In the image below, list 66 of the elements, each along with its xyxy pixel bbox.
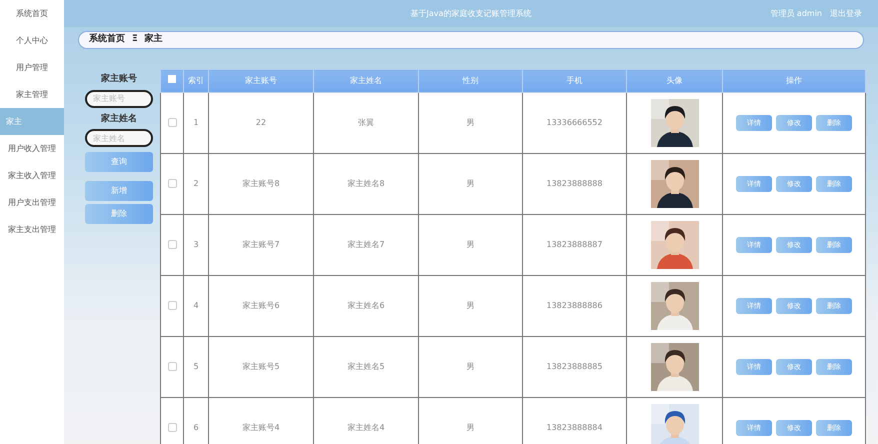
column-header: 性别 — [418, 70, 522, 92]
table-cell: 张翼 — [314, 92, 418, 154]
row-checkbox[interactable] — [168, 240, 176, 250]
table-cell: 13823888886 — [522, 276, 626, 336]
column-header: 索引 — [184, 70, 208, 92]
field-label: 家主姓名 — [101, 112, 137, 126]
table-cell: 13823888887 — [522, 214, 626, 276]
breadcrumb-item: 家主 — [144, 33, 163, 46]
select-all-checkbox[interactable] — [168, 75, 176, 83]
table-cell: 22 — [208, 92, 314, 154]
table-cell: 男 — [418, 276, 522, 336]
table-cell: 男 — [418, 214, 522, 276]
column-header: 家主账号 — [208, 70, 314, 92]
row-checkbox[interactable] — [168, 179, 176, 188]
add-button[interactable]: 新增 — [85, 181, 153, 201]
breadcrumb-separator: Ξ — [132, 33, 138, 46]
column-header: 操作 — [722, 70, 866, 92]
table-cell: 家主姓名6 — [314, 276, 418, 336]
table-cell: 家主姓名5 — [314, 336, 418, 398]
table-cell: 家主姓名8 — [314, 154, 418, 214]
search-button[interactable]: 查询 — [85, 152, 153, 172]
table-cell: 2 — [184, 154, 208, 214]
column-header: 手机 — [522, 70, 626, 92]
table-cell: 男 — [418, 398, 522, 444]
table-cell: 4 — [184, 276, 208, 336]
column-header: 家主姓名 — [314, 70, 418, 92]
table-cell: 13823888885 — [522, 336, 626, 398]
sidebar-item[interactable]: 系统首页 — [0, 0, 64, 27]
logout-link[interactable]: 退出登录 — [830, 8, 862, 20]
table-cell: 男 — [418, 92, 522, 154]
table-cell: 家主账号7 — [208, 214, 314, 276]
sidebar-item[interactable]: 家主支出管理 — [0, 216, 64, 243]
sidebar-item[interactable]: 家主 — [0, 108, 64, 135]
table-cell: 家主账号6 — [208, 276, 314, 336]
table-cell: 3 — [184, 214, 208, 276]
table-cell: 家主姓名7 — [314, 214, 418, 276]
table-cell: 1 — [184, 92, 208, 154]
delete-button[interactable]: 删除 — [85, 204, 153, 224]
app-title: 基于Java的家庭收支记账管理系统 — [410, 8, 532, 20]
table-cell: 13336666552 — [522, 92, 626, 154]
sidebar-item[interactable]: 用户管理 — [0, 54, 64, 81]
table-cell: 家主账号5 — [208, 336, 314, 398]
table-cell: 6 — [184, 398, 208, 444]
table-cell: 13823888884 — [522, 398, 626, 444]
input-field[interactable]: 家主姓名 — [85, 129, 153, 147]
breadcrumb-item[interactable]: 系统首页 — [89, 33, 125, 47]
table-cell: 家主账号4 — [208, 398, 314, 444]
row-checkbox[interactable] — [168, 362, 176, 372]
sidebar-item[interactable]: 家主收入管理 — [0, 162, 64, 189]
sidebar-item[interactable]: 家主管理 — [0, 81, 64, 108]
row-checkbox[interactable] — [168, 423, 176, 432]
row-checkbox[interactable] — [168, 118, 176, 128]
field-label: 家主账号 — [101, 73, 137, 86]
table-cell: 男 — [418, 154, 522, 214]
input-field[interactable]: 家主账号 — [85, 90, 153, 108]
sidebar-item[interactable]: 个人中心 — [0, 27, 64, 54]
user-label: 管理员 admin — [770, 8, 822, 20]
sidebar-item[interactable]: 用户支出管理 — [0, 189, 64, 216]
table-cell: 5 — [184, 336, 208, 398]
table-cell: 13823888888 — [522, 154, 626, 214]
row-checkbox[interactable] — [168, 301, 176, 310]
table-cell: 家主账号8 — [208, 154, 314, 214]
sidebar-item[interactable]: 用户收入管理 — [0, 135, 64, 162]
table-cell: 家主姓名4 — [314, 398, 418, 444]
table-cell: 男 — [418, 336, 522, 398]
column-header: 头像 — [626, 70, 722, 92]
